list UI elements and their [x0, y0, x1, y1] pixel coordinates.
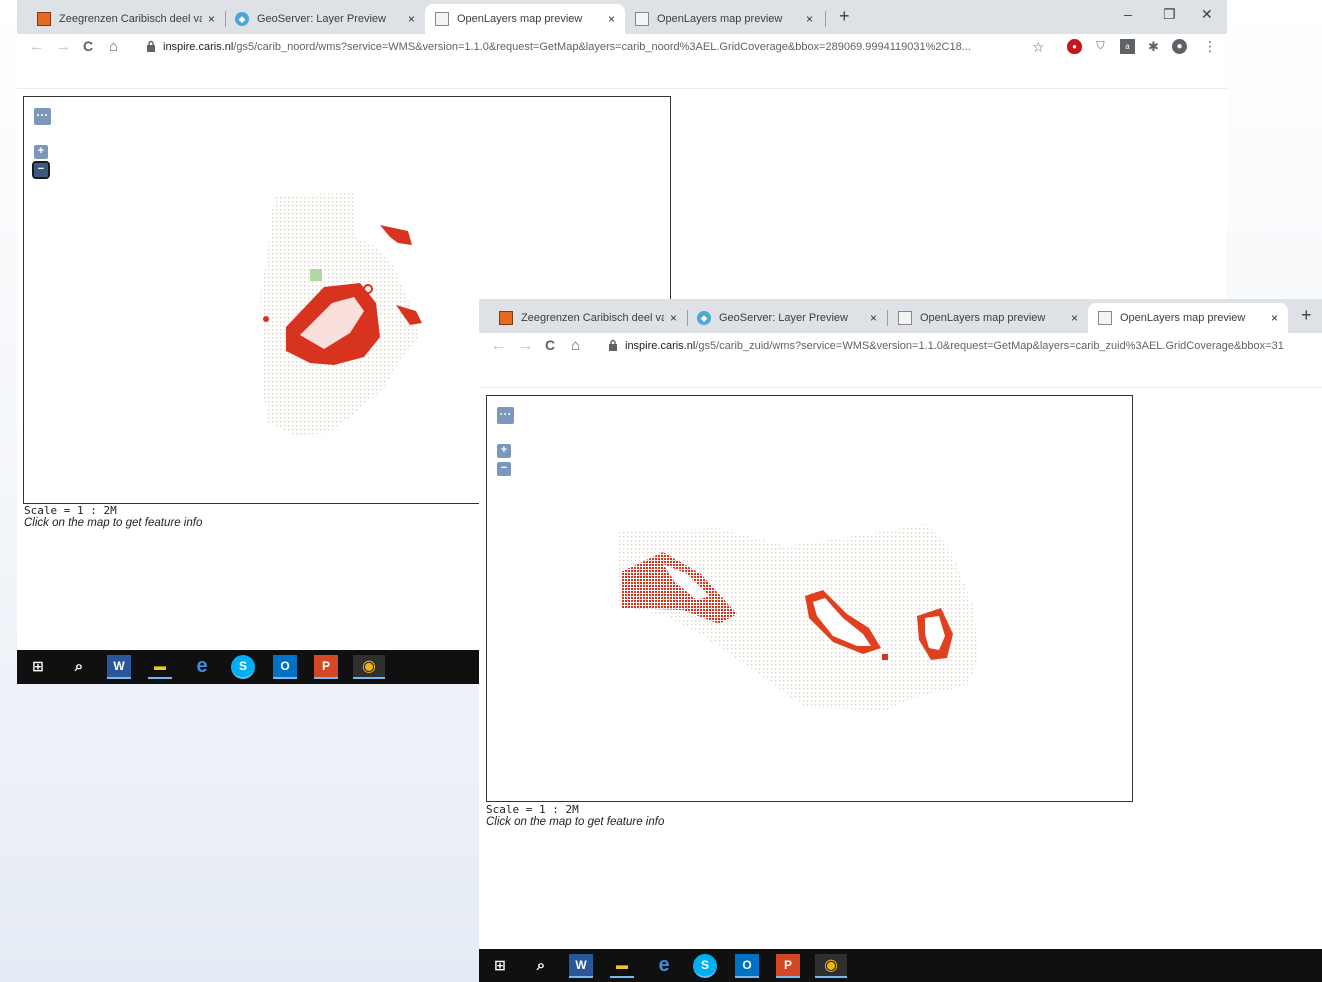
tab-openlayers-preview-2[interactable]: OpenLayers map preview × [1088, 303, 1288, 333]
close-tab-icon[interactable]: × [870, 311, 877, 325]
tab-openlayers-preview-1[interactable]: OpenLayers map preview × [425, 4, 625, 34]
scale-label: Scale = 1 : 2M [486, 803, 579, 816]
chrome-icon[interactable]: ◉ [815, 954, 847, 978]
tab-strip: Zeegrenzen Caribisch deel van h × ◆ GeoS… [17, 0, 1227, 34]
tab-title: OpenLayers map preview [657, 13, 783, 25]
tab-openlayers-preview-1[interactable]: OpenLayers map preview × [888, 303, 1088, 333]
forward-button[interactable]: → [518, 337, 533, 354]
openlayers-favicon-icon [898, 311, 912, 325]
search-icon[interactable]: ⌕ [529, 954, 553, 976]
minimize-button[interactable]: – [1124, 6, 1132, 22]
tab-openlayers-preview-2[interactable]: OpenLayers map preview × [625, 4, 823, 34]
skype-icon[interactable]: S [693, 954, 717, 978]
address-bar[interactable]: inspire.caris.nl/gs5/carib_noord/wms?ser… [163, 41, 1023, 53]
new-tab-button[interactable]: + [1301, 305, 1312, 326]
skype-icon[interactable]: S [231, 655, 255, 679]
feature-info-hint: Click on the map to get feature info [24, 517, 203, 529]
tab-geoserver-preview[interactable]: ◆ GeoServer: Layer Preview × [225, 4, 425, 34]
new-tab-button[interactable]: + [839, 6, 850, 27]
close-tab-icon[interactable]: × [806, 12, 813, 26]
restore-button[interactable]: ❐ [1163, 6, 1176, 23]
file-explorer-icon[interactable]: ▬ [148, 655, 172, 679]
tab-title: Zeegrenzen Caribisch deel van h [59, 13, 202, 25]
powerpoint-icon[interactable]: P [314, 655, 338, 679]
search-icon[interactable]: ⌕ [67, 655, 91, 677]
tab-strip: Zeegrenzen Caribisch deel van h × ◆ GeoS… [479, 299, 1322, 333]
outlook-icon[interactable]: O [273, 655, 297, 679]
home-button[interactable]: ⌂ [109, 38, 118, 55]
reload-button[interactable]: C [83, 38, 93, 54]
scale-label: Scale = 1 : 2M [24, 504, 117, 517]
taskbar: ⊞ ⌕ W ▬ e S O P ◉ [17, 650, 479, 684]
extension-a-icon[interactable]: a [1120, 39, 1135, 54]
zoom-out-button[interactable]: − [32, 161, 50, 179]
tab-title: OpenLayers map preview [457, 13, 583, 25]
tab-title: OpenLayers map preview [920, 312, 1046, 324]
islet-north [380, 225, 412, 245]
powerpoint-icon[interactable]: P [776, 954, 800, 978]
back-button[interactable]: ← [491, 337, 506, 354]
geoserver-favicon-icon: ◆ [697, 311, 711, 325]
tab-zeegrenzen[interactable]: Zeegrenzen Caribisch deel van h × [489, 303, 687, 333]
openlayers-favicon-icon [435, 12, 449, 26]
ublock-extension-icon[interactable]: ● [1067, 39, 1082, 54]
close-tab-icon[interactable]: × [208, 12, 215, 26]
layer-switcher-button[interactable]: ··· [497, 407, 514, 424]
close-tab-icon[interactable]: × [1071, 311, 1078, 325]
zoom-in-button[interactable]: + [34, 145, 48, 159]
word-icon[interactable]: W [569, 954, 593, 978]
profile-avatar-icon[interactable]: ● [1172, 39, 1187, 54]
reload-button[interactable]: C [545, 337, 555, 353]
chrome-icon[interactable]: ◉ [353, 655, 385, 679]
layer-switcher-button[interactable]: ··· [34, 108, 51, 125]
tab-zeegrenzen[interactable]: Zeegrenzen Caribisch deel van h × [27, 4, 225, 34]
close-tab-icon[interactable]: × [670, 311, 677, 325]
browser-window-carib-zuid: Zeegrenzen Caribisch deel van h × ◆ GeoS… [479, 299, 1322, 982]
bathymetry-raster-zuid [619, 524, 979, 710]
close-tab-icon[interactable]: × [408, 12, 415, 26]
file-explorer-icon[interactable]: ▬ [610, 954, 634, 978]
chrome-menu-icon[interactable]: ⋮ [1203, 38, 1217, 55]
lock-icon [609, 339, 617, 351]
edge-icon[interactable]: e [190, 655, 214, 677]
layer-favicon-icon [37, 12, 51, 26]
openlayers-favicon-icon [635, 12, 649, 26]
tab-title: OpenLayers map preview [1120, 312, 1246, 324]
close-window-button[interactable]: ✕ [1201, 6, 1213, 23]
tab-geoserver-preview[interactable]: ◆ GeoServer: Layer Preview × [687, 303, 887, 333]
map-viewport-zuid[interactable]: ··· + − [486, 395, 1133, 802]
bookmark-star-icon[interactable]: ☆ [1032, 39, 1045, 56]
back-button[interactable]: ← [29, 38, 44, 55]
openlayers-favicon-icon [1098, 311, 1112, 325]
edge-icon[interactable]: e [652, 954, 676, 976]
feature-info-hint: Click on the map to get feature info [486, 816, 665, 828]
zoom-in-button[interactable]: + [497, 444, 511, 458]
lock-icon [147, 40, 155, 52]
outlook-icon[interactable]: O [735, 954, 759, 978]
tab-title: GeoServer: Layer Preview [719, 312, 848, 324]
browser-toolbar: ← → C ⌂ inspire.caris.nl/gs5/carib_zuid/… [479, 333, 1322, 361]
zoom-out-button[interactable]: − [497, 462, 511, 476]
windows-start-icon[interactable]: ⊞ [26, 655, 50, 677]
close-tab-icon[interactable]: × [608, 12, 615, 26]
shield-extension-icon[interactable]: ⛉ [1093, 39, 1108, 54]
tab-title: Zeegrenzen Caribisch deel van h [521, 312, 664, 324]
geoserver-favicon-icon: ◆ [235, 12, 249, 26]
forward-button[interactable]: → [56, 38, 71, 55]
layer-favicon-icon [499, 311, 513, 325]
close-tab-icon[interactable]: × [1271, 311, 1278, 325]
taskbar: ⊞ ⌕ W ▬ e S O P ◉ [479, 949, 1322, 982]
address-bar[interactable]: inspire.caris.nl/gs5/carib_zuid/wms?serv… [625, 340, 1322, 352]
tab-title: GeoServer: Layer Preview [257, 13, 386, 25]
windows-start-icon[interactable]: ⊞ [488, 954, 512, 976]
extensions-puzzle-icon[interactable]: ✱ [1146, 39, 1161, 54]
browser-toolbar: ← → C ⌂ inspire.caris.nl/gs5/carib_noord… [17, 34, 1227, 62]
home-button[interactable]: ⌂ [571, 337, 580, 354]
word-icon[interactable]: W [107, 655, 131, 679]
